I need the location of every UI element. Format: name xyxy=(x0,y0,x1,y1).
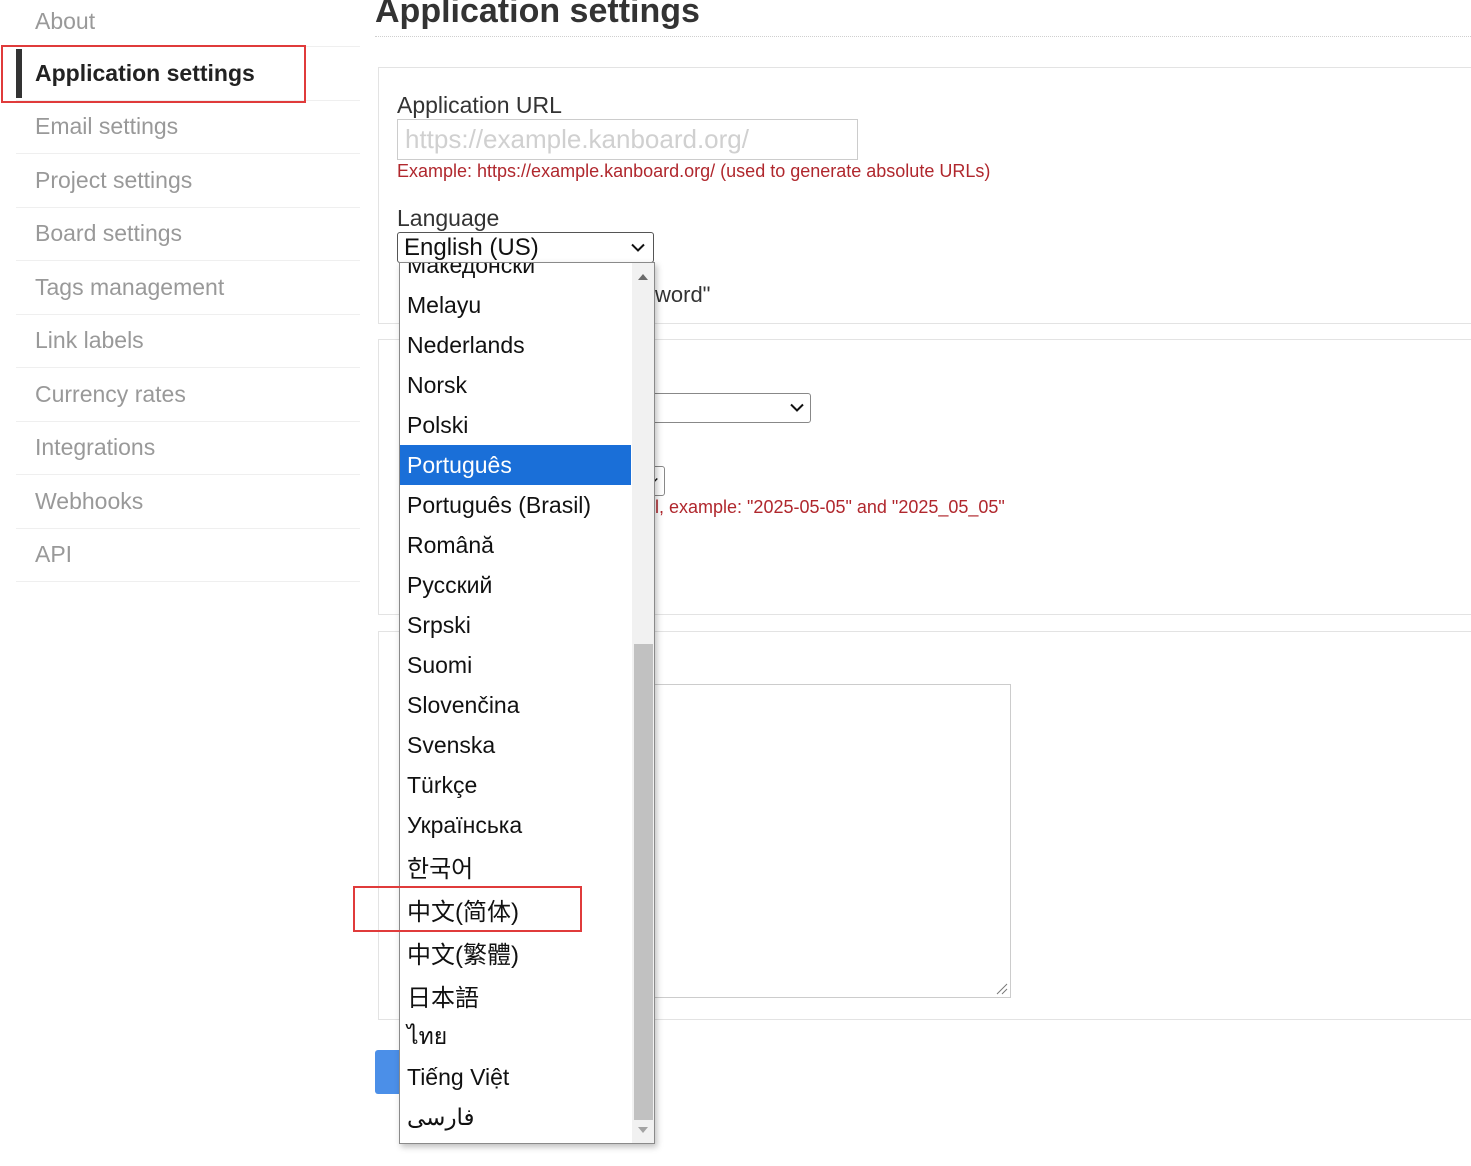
language-option[interactable]: Srpski xyxy=(400,605,631,645)
language-option[interactable]: Slovenčina xyxy=(400,685,631,725)
sidebar-item-label: Application settings xyxy=(35,59,255,86)
sidebar-item-currency-rates[interactable]: Currency rates xyxy=(16,368,360,422)
language-option[interactable]: Tiếng Việt xyxy=(400,1057,631,1097)
language-option[interactable]: Suomi xyxy=(400,645,631,685)
language-option[interactable]: Türkçe xyxy=(400,765,631,805)
language-option[interactable]: ไทย xyxy=(400,1017,631,1057)
language-label: Language xyxy=(397,205,500,231)
partial-label-text: word" xyxy=(655,282,711,307)
language-option[interactable]: Română xyxy=(400,525,631,565)
language-option[interactable]: Nederlands xyxy=(400,325,631,365)
sidebar-item-label: About xyxy=(35,8,96,34)
language-option[interactable]: فارسی xyxy=(400,1097,631,1137)
language-option[interactable]: 中文(简体) xyxy=(400,888,631,931)
sidebar-item-email-settings[interactable]: Email settings xyxy=(16,101,360,154)
sidebar-item-board-settings[interactable]: Board settings xyxy=(16,208,360,261)
sidebar-item-link-labels[interactable]: Link labels xyxy=(16,315,360,368)
language-option[interactable]: 中文(繁體) xyxy=(400,931,631,974)
sidebar-item-label: Email settings xyxy=(35,113,179,140)
sidebar-item-label: API xyxy=(35,541,73,568)
sidebar-item-integrations[interactable]: Integrations xyxy=(16,422,360,475)
language-dropdown-list[interactable]: Македонски Melayu Nederlands Norsk Polsk… xyxy=(399,262,655,1144)
language-option[interactable]: Svenska xyxy=(400,725,631,765)
sidebar-item-label: Link labels xyxy=(35,327,144,354)
sidebar-item-label: Webhooks xyxy=(35,487,144,514)
language-option[interactable]: Українська xyxy=(400,805,631,845)
sidebar-item-label: Currency rates xyxy=(35,380,186,407)
sidebar-item-tags-management[interactable]: Tags management xyxy=(16,261,360,315)
language-option[interactable]: 日本語 xyxy=(400,974,631,1017)
settings-sidebar: About Application settings Email setting… xyxy=(16,0,360,582)
sidebar-item-label: Tags management xyxy=(35,273,225,300)
language-option[interactable]: Македонски xyxy=(400,263,631,285)
dropdown-scrollbar[interactable] xyxy=(632,263,654,1143)
scroll-up-arrow-icon[interactable] xyxy=(638,274,648,280)
sidebar-item-label: Integrations xyxy=(35,434,156,461)
language-option[interactable]: Norsk xyxy=(400,365,631,405)
scroll-down-arrow-icon[interactable] xyxy=(638,1127,648,1133)
language-option[interactable]: Русский xyxy=(400,565,631,605)
sidebar-item-project-settings[interactable]: Project settings xyxy=(16,154,360,208)
date-format-hint: l, example: "2025-05-05" and "2025_05_05… xyxy=(655,497,1005,517)
title-divider xyxy=(375,36,1471,37)
page-title: Application settings xyxy=(375,0,700,30)
language-options: Македонски Melayu Nederlands Norsk Polsk… xyxy=(400,263,631,1137)
language-option[interactable]: Melayu xyxy=(400,285,631,325)
app-url-hint: Example: https://example.kanboard.org/ (… xyxy=(397,161,991,181)
language-option[interactable]: 한국어 xyxy=(400,845,631,888)
language-select-value: English (US) xyxy=(404,233,539,261)
scrollbar-thumb[interactable] xyxy=(634,644,653,1120)
language-option-highlighted[interactable]: Português xyxy=(400,445,631,485)
language-option[interactable]: Português (Brasil) xyxy=(400,485,631,525)
sidebar-item-about[interactable]: About xyxy=(16,0,360,47)
app-url-input[interactable] xyxy=(397,119,858,160)
chevron-down-icon xyxy=(790,403,804,412)
sidebar-item-label: Board settings xyxy=(35,220,183,247)
custom-css-textarea[interactable] xyxy=(600,684,1011,998)
sidebar-item-api[interactable]: API xyxy=(16,529,360,582)
language-select[interactable]: English (US) xyxy=(397,232,654,263)
sidebar-item-label: Project settings xyxy=(35,166,193,193)
sidebar-item-application-settings[interactable]: Application settings xyxy=(16,47,360,101)
sidebar-item-webhooks[interactable]: Webhooks xyxy=(16,475,360,529)
chevron-down-icon xyxy=(631,243,645,252)
language-option[interactable]: Polski xyxy=(400,405,631,445)
app-url-label: Application URL xyxy=(397,92,562,118)
resize-handle-icon[interactable] xyxy=(996,983,1008,995)
